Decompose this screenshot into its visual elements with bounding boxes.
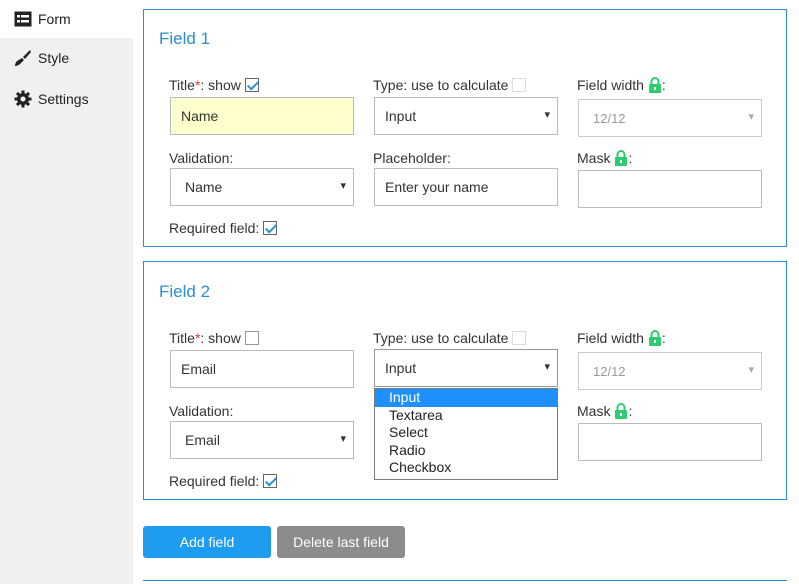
- dropdown-option-input[interactable]: Input: [375, 389, 557, 407]
- use-to-calculate-checkbox[interactable]: [512, 78, 527, 92]
- next-panel-border: [143, 580, 787, 581]
- field-panel-1: Field 1 Title *: show Name Type: use to c…: [143, 9, 787, 247]
- use-to-calculate-checkbox[interactable]: [512, 331, 527, 345]
- type-label: Type: use to calculate: [373, 77, 527, 93]
- field-width-label-text: Field width: [577, 330, 644, 346]
- mask-input[interactable]: [578, 170, 762, 208]
- colon: :: [628, 150, 633, 166]
- required-label-text: Required field:: [169, 473, 260, 489]
- add-field-button[interactable]: Add field: [143, 526, 271, 558]
- type-select[interactable]: Input: [374, 97, 558, 135]
- field-width-select[interactable]: 12/12: [578, 352, 762, 390]
- form-icon: [14, 10, 32, 28]
- type-label-text: Type: use to calculate: [373, 77, 509, 93]
- sidebar-item-label: Form: [38, 11, 71, 27]
- field-title: Field 2: [159, 282, 211, 301]
- sidebar-item-label: Settings: [38, 91, 89, 107]
- sidebar-item-style[interactable]: Style: [0, 39, 133, 77]
- dropdown-option-textarea[interactable]: Textarea: [375, 407, 557, 425]
- dropdown-option-checkbox[interactable]: Checkbox: [375, 459, 557, 477]
- placeholder-input[interactable]: Enter your name: [374, 168, 558, 206]
- delete-last-field-button[interactable]: Delete last field: [277, 526, 405, 558]
- lock-icon[interactable]: [614, 403, 628, 419]
- main-content: Field 1 Title *: show Name Type: use to c…: [133, 0, 799, 584]
- type-label-text: Type: use to calculate: [373, 330, 509, 346]
- mask-input[interactable]: [578, 423, 762, 461]
- colon: :: [661, 330, 666, 346]
- title-label: Title *: show: [169, 330, 259, 346]
- dropdown-option-select[interactable]: Select: [375, 424, 557, 442]
- required-checkbox[interactable]: [263, 474, 278, 488]
- validation-label: Validation:: [169, 150, 234, 166]
- type-label: Type: use to calculate: [373, 330, 527, 346]
- lock-icon[interactable]: [648, 77, 662, 93]
- validation-select[interactable]: Email: [170, 421, 354, 459]
- field-title: Field 1: [159, 29, 211, 48]
- type-select[interactable]: Input: [374, 349, 558, 387]
- type-dropdown-list: Input Textarea Select Radio Checkbox: [374, 388, 558, 480]
- show-label: : show: [200, 77, 241, 93]
- title-label-text: Title: [169, 77, 195, 93]
- title-input[interactable]: Name: [170, 97, 354, 135]
- field-width-label: Field width :: [577, 77, 666, 93]
- sidebar: Form Style Settings: [0, 0, 133, 584]
- validation-label: Validation:: [169, 403, 234, 419]
- show-label: : show: [200, 330, 241, 346]
- field-width-label: Field width :: [577, 330, 666, 346]
- mask-label: Mask :: [577, 403, 632, 419]
- mask-label-text: Mask: [577, 403, 611, 419]
- sidebar-item-settings[interactable]: Settings: [0, 80, 133, 118]
- required-field-label: Required field:: [169, 473, 278, 489]
- validation-select[interactable]: Name: [170, 168, 354, 206]
- lock-icon[interactable]: [648, 330, 662, 346]
- sidebar-item-form[interactable]: Form: [0, 0, 133, 38]
- gear-icon: [14, 90, 32, 108]
- mask-label-text: Mask: [577, 150, 611, 166]
- show-title-checkbox[interactable]: [244, 78, 259, 92]
- title-label: Title *: show: [169, 77, 259, 93]
- colon: :: [628, 403, 633, 419]
- title-label-text: Title: [169, 330, 195, 346]
- mask-label: Mask :: [577, 150, 632, 166]
- field-width-select[interactable]: 12/12: [578, 99, 762, 137]
- sidebar-item-label: Style: [38, 50, 70, 66]
- required-label-text: Required field:: [169, 220, 260, 236]
- lock-icon[interactable]: [614, 150, 628, 166]
- title-input[interactable]: Email: [170, 350, 354, 388]
- dropdown-option-radio[interactable]: Radio: [375, 442, 557, 460]
- required-checkbox[interactable]: [263, 221, 278, 235]
- placeholder-label: Placeholder:: [373, 150, 451, 166]
- required-field-label: Required field:: [169, 220, 278, 236]
- brush-icon: [14, 49, 32, 67]
- show-title-checkbox[interactable]: [244, 331, 259, 345]
- colon: :: [661, 77, 666, 93]
- field-width-label-text: Field width: [577, 77, 644, 93]
